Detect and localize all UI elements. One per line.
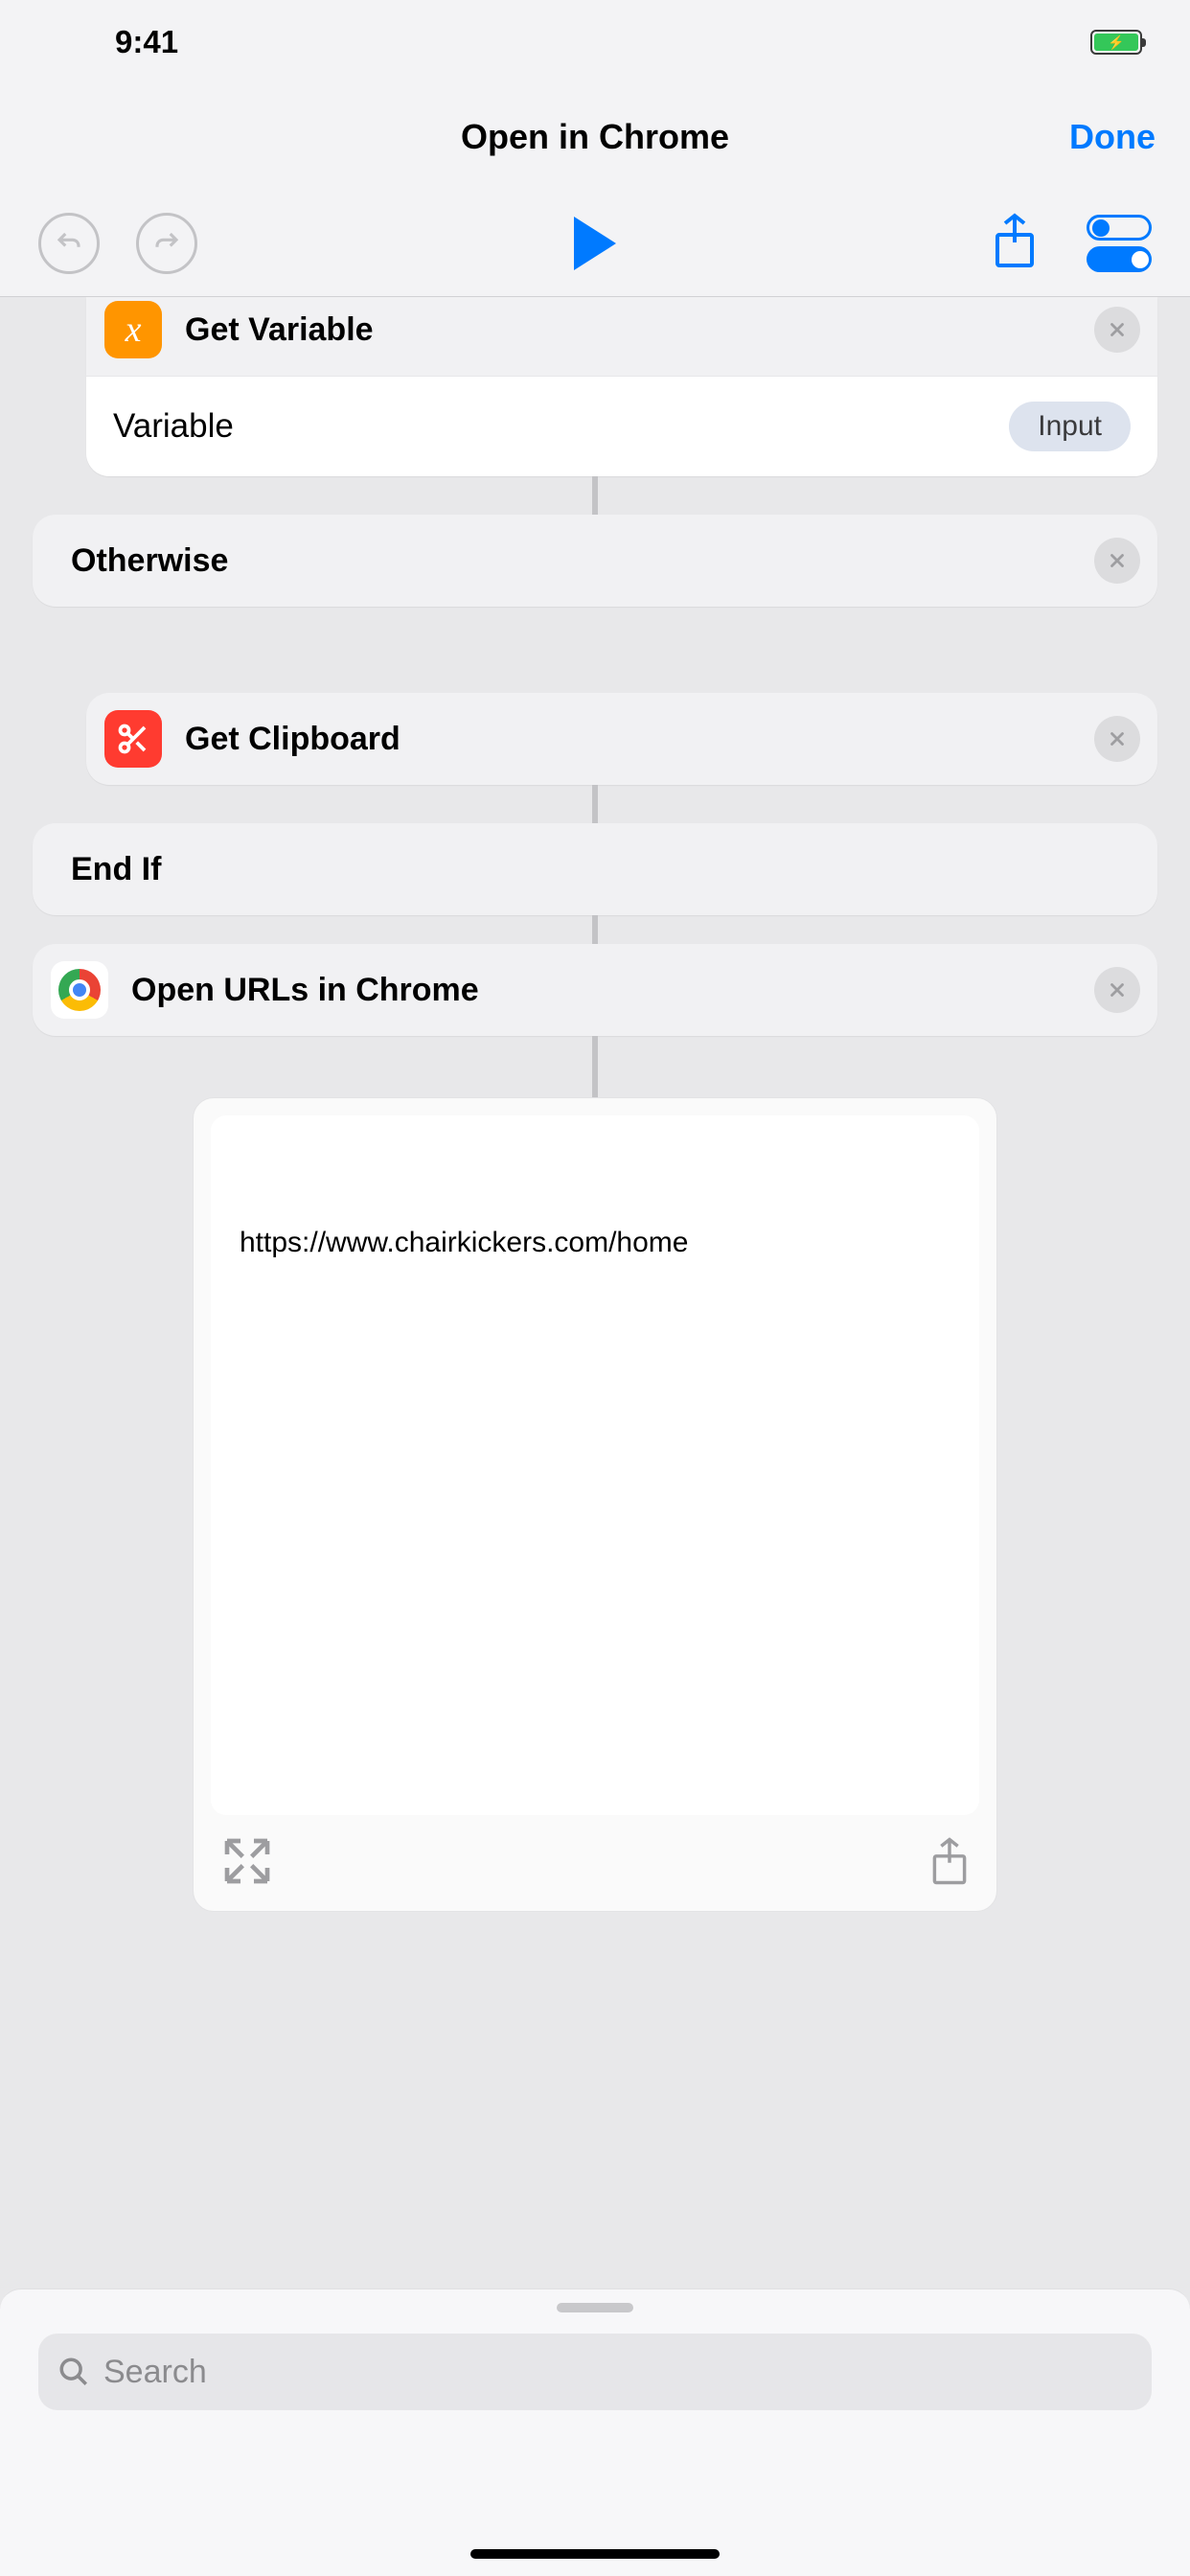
variable-icon: x bbox=[104, 301, 162, 358]
action-get-variable[interactable]: x Get Variable Variable Input bbox=[86, 297, 1157, 476]
status-bar: 9:41 ⚡ bbox=[0, 0, 1190, 84]
delete-action-button[interactable] bbox=[1094, 538, 1140, 584]
scissors-icon bbox=[104, 710, 162, 768]
page-title: Open in Chrome bbox=[461, 117, 729, 157]
search-input[interactable]: Search bbox=[38, 2334, 1152, 2410]
share-result-button[interactable] bbox=[929, 1836, 970, 1891]
home-indicator[interactable] bbox=[470, 2549, 720, 2559]
battery-icon: ⚡ bbox=[1090, 30, 1142, 55]
action-end-if[interactable]: End If bbox=[33, 823, 1157, 915]
run-button[interactable] bbox=[574, 217, 616, 270]
redo-button[interactable] bbox=[136, 213, 197, 274]
editor-toolbar bbox=[0, 190, 1190, 297]
action-get-clipboard[interactable]: Get Clipboard bbox=[86, 693, 1157, 785]
search-placeholder: Search bbox=[103, 2354, 207, 2391]
drag-handle[interactable] bbox=[557, 2303, 633, 2312]
action-otherwise[interactable]: Otherwise bbox=[33, 515, 1157, 607]
action-title: Get Variable bbox=[185, 311, 374, 349]
workflow-canvas[interactable]: x Get Variable Variable Input Otherwise … bbox=[0, 297, 1190, 2288]
delete-action-button[interactable] bbox=[1094, 716, 1140, 762]
param-label: Variable bbox=[113, 407, 234, 446]
action-title: Open URLs in Chrome bbox=[131, 972, 479, 1009]
action-open-urls-chrome[interactable]: Open URLs in Chrome bbox=[33, 944, 1157, 1036]
nav-header: Open in Chrome Done bbox=[0, 84, 1190, 190]
done-button[interactable]: Done bbox=[1069, 117, 1156, 157]
search-panel[interactable]: Search bbox=[0, 2288, 1190, 2576]
undo-button[interactable] bbox=[38, 213, 100, 274]
expand-button[interactable] bbox=[220, 1834, 274, 1893]
action-title: Otherwise bbox=[71, 542, 228, 580]
result-preview[interactable]: https://www.chairkickers.com/home bbox=[193, 1097, 997, 1912]
settings-button[interactable] bbox=[1087, 215, 1152, 272]
action-title: Get Clipboard bbox=[185, 721, 400, 758]
delete-action-button[interactable] bbox=[1094, 307, 1140, 353]
status-indicators: ⚡ bbox=[1090, 30, 1142, 55]
variable-token[interactable]: Input bbox=[1009, 402, 1131, 451]
share-button[interactable] bbox=[991, 212, 1039, 274]
chrome-icon bbox=[51, 961, 108, 1019]
action-title: End If bbox=[71, 851, 161, 888]
status-time: 9:41 bbox=[115, 24, 178, 60]
result-url: https://www.chairkickers.com/home bbox=[240, 1227, 950, 1259]
delete-action-button[interactable] bbox=[1094, 967, 1140, 1013]
